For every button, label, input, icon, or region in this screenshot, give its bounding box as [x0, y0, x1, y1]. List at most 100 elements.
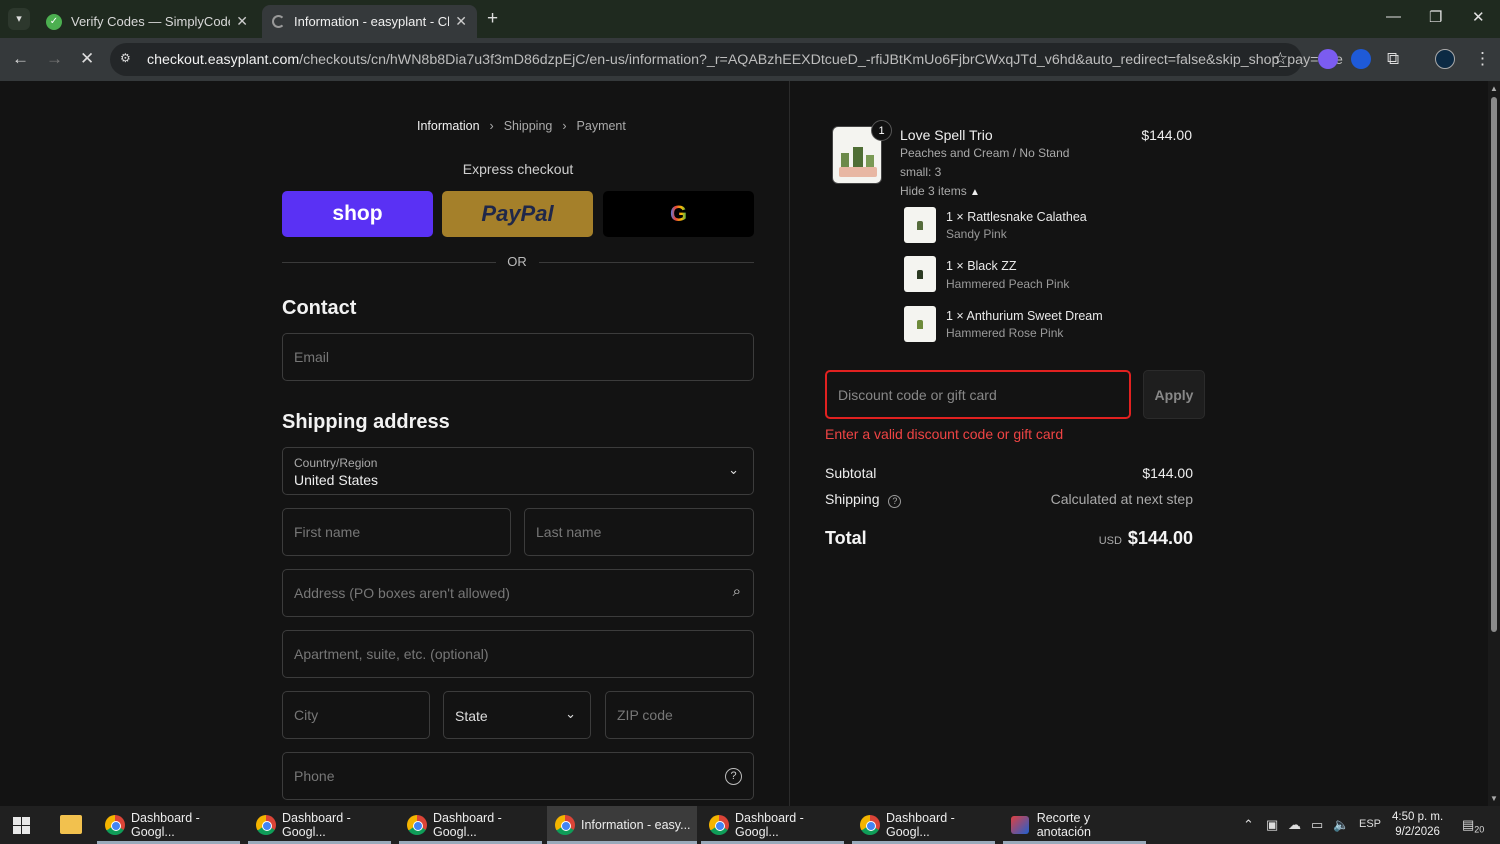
- item-name: 1 × Rattlesnake Calathea: [946, 210, 1087, 224]
- breadcrumb-information[interactable]: Information: [417, 119, 480, 133]
- volume-icon[interactable]: 🔈: [1333, 817, 1349, 833]
- contact-heading: Contact: [282, 297, 357, 319]
- city-field[interactable]: [282, 691, 430, 739]
- state-select[interactable]: State ⌄: [443, 691, 591, 739]
- new-tab-icon[interactable]: +: [487, 8, 498, 30]
- scroll-up-icon[interactable]: ▲: [1490, 84, 1498, 93]
- url-text: checkout.easyplant.com/checkouts/cn/hWN8…: [147, 52, 1343, 68]
- close-window-icon[interactable]: ✕: [1472, 8, 1485, 26]
- shipping-value: Calculated at next step: [1050, 491, 1193, 507]
- tray-overflow-icon[interactable]: ⌃: [1243, 817, 1254, 833]
- discount-input[interactable]: [827, 372, 1129, 417]
- notifications-icon[interactable]: ▤20: [1462, 817, 1484, 835]
- discount-field[interactable]: [825, 370, 1131, 419]
- snipping-tool-icon: [1011, 816, 1029, 834]
- taskbar-chrome-window[interactable]: Dashboard - Googl...: [248, 806, 391, 844]
- state-value: State: [455, 708, 488, 724]
- taskbar-chrome-window-active[interactable]: Information - easy...: [547, 806, 697, 844]
- google-pay-button[interactable]: G: [603, 191, 754, 237]
- clock-date: 9/2/2026: [1395, 826, 1440, 838]
- breadcrumb-payment[interactable]: Payment: [577, 119, 626, 133]
- network-icon[interactable]: ▭: [1311, 817, 1323, 833]
- apply-button[interactable]: Apply: [1143, 370, 1205, 419]
- taskbar-label: Dashboard - Googl...: [131, 811, 200, 839]
- address-bar[interactable]: ⚙ checkout.easyplant.com/checkouts/cn/hW…: [110, 43, 1343, 76]
- extension-bitwarden-icon[interactable]: [1351, 49, 1371, 69]
- item-variant: Sandy Pink: [946, 227, 1007, 241]
- restore-icon[interactable]: ❐: [1429, 8, 1442, 26]
- hide-items-label: Hide 3 items: [900, 184, 967, 198]
- express-checkout-title: Express checkout: [462, 161, 574, 177]
- first-name-input[interactable]: [283, 509, 510, 555]
- onedrive-cloud-icon[interactable]: ☁: [1288, 817, 1301, 833]
- hide-items-toggle[interactable]: Hide 3 items ▲: [900, 184, 980, 198]
- taskbar-label: Dashboard - Googl...: [282, 811, 351, 839]
- forward-icon[interactable]: →: [46, 49, 63, 69]
- last-name-field[interactable]: [524, 508, 754, 556]
- breadcrumb-shipping[interactable]: Shipping: [504, 119, 553, 133]
- item-image: [904, 207, 936, 243]
- item-name: 1 × Anthurium Sweet Dream: [946, 309, 1103, 323]
- or-divider-text: OR: [507, 254, 527, 269]
- back-icon[interactable]: ←: [12, 49, 29, 69]
- first-name-field[interactable]: [282, 508, 511, 556]
- address-field[interactable]: ⌕: [282, 569, 754, 617]
- subtotal-label: Subtotal: [825, 465, 877, 481]
- file-explorer-icon[interactable]: [60, 815, 82, 834]
- divider: [282, 262, 496, 263]
- city-input[interactable]: [283, 692, 429, 738]
- chrome-icon: [407, 815, 427, 835]
- site-info-icon[interactable]: ⚙: [120, 51, 136, 67]
- taskbar-label: Dashboard - Googl...: [735, 811, 804, 839]
- phone-input[interactable]: [283, 753, 753, 799]
- country-select[interactable]: Country/Region United States ⌄: [282, 447, 754, 495]
- address-input[interactable]: [283, 570, 753, 616]
- taskbar-snipping-tool[interactable]: Recorte y anotación: [1003, 806, 1146, 844]
- windows-start-icon[interactable]: [13, 817, 30, 834]
- scrollbar-thumb[interactable]: [1491, 97, 1497, 632]
- language-indicator[interactable]: ESP: [1359, 818, 1381, 830]
- taskbar-chrome-window[interactable]: Dashboard - Googl...: [852, 806, 995, 844]
- zip-field[interactable]: [605, 691, 754, 739]
- last-name-input[interactable]: [525, 509, 753, 555]
- taskbar-chrome-window[interactable]: Dashboard - Googl...: [701, 806, 844, 844]
- product-variant: Peaches and Cream / No Stand: [900, 146, 1070, 160]
- tab-title: Information - easyplant - Check: [294, 14, 449, 29]
- email-input[interactable]: [283, 334, 753, 380]
- taskbar-label: Information - easy...: [581, 818, 691, 832]
- taskbar-chrome-window[interactable]: Dashboard - Googl...: [97, 806, 240, 844]
- minimize-icon[interactable]: —: [1386, 8, 1401, 25]
- menu-kebab-icon[interactable]: ⋮: [1474, 49, 1491, 69]
- tab-easyplant[interactable]: Information - easyplant - Check ✕: [262, 5, 477, 38]
- item-image: [904, 256, 936, 292]
- close-tab-icon[interactable]: ✕: [236, 13, 248, 30]
- notification-count: 20: [1474, 824, 1485, 835]
- currency-code: USD: [1098, 535, 1122, 547]
- zip-input[interactable]: [606, 692, 753, 738]
- email-field[interactable]: [282, 333, 754, 381]
- scroll-down-icon[interactable]: ▼: [1490, 794, 1498, 803]
- paypal-button[interactable]: PayPal: [442, 191, 593, 237]
- extension-purple-icon[interactable]: [1318, 49, 1338, 69]
- close-tab-icon[interactable]: ✕: [455, 13, 467, 30]
- apartment-input[interactable]: [283, 631, 753, 677]
- help-icon[interactable]: ?: [888, 495, 902, 508]
- extensions-puzzle-icon[interactable]: ⧉: [1387, 49, 1399, 69]
- profile-avatar[interactable]: [1435, 49, 1455, 69]
- stop-icon[interactable]: ✕: [80, 49, 94, 69]
- meet-now-icon[interactable]: ▣: [1266, 817, 1278, 833]
- system-clock[interactable]: 4:50 p. m. 9/2/2026: [1392, 810, 1443, 840]
- page-scrollbar[interactable]: ▲ ▼: [1488, 81, 1500, 806]
- bookmark-star-icon[interactable]: ☆: [1273, 49, 1288, 69]
- breadcrumb: Information › Shipping › Payment: [417, 119, 626, 133]
- shop-pay-button[interactable]: shop: [282, 191, 433, 237]
- taskbar-chrome-window[interactable]: Dashboard - Googl...: [399, 806, 542, 844]
- apartment-field[interactable]: [282, 630, 754, 678]
- subtotal-value: $144.00: [1142, 465, 1193, 481]
- tab-simplycodes[interactable]: ✓ Verify Codes — SimplyCodes ✕: [36, 5, 258, 38]
- phone-field[interactable]: ?: [282, 752, 754, 800]
- tab-search-button[interactable]: ▾: [8, 8, 30, 30]
- breadcrumb-separator: ›: [489, 119, 494, 133]
- help-icon[interactable]: ?: [725, 768, 742, 785]
- country-value: United States: [294, 472, 379, 488]
